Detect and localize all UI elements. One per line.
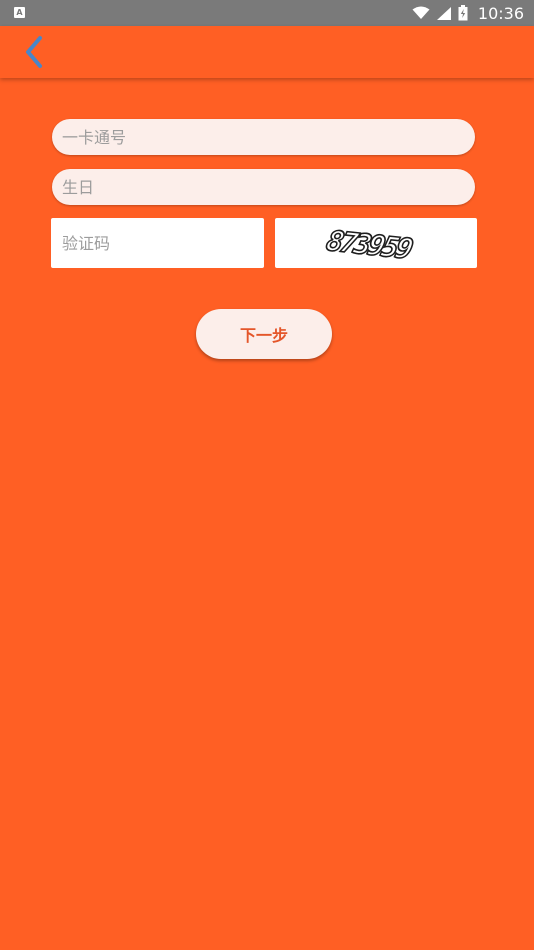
captcha-input[interactable] [51, 218, 264, 268]
next-step-button[interactable]: 下一步 [196, 309, 332, 359]
captcha-code: 873959 [322, 224, 414, 267]
a-notification-icon: A [14, 7, 25, 18]
back-button[interactable] [14, 32, 54, 72]
chevron-left-icon [26, 36, 42, 68]
card-number-input[interactable] [52, 119, 475, 155]
status-time: 10:36 [477, 3, 524, 23]
battery-charging-icon [458, 5, 468, 21]
birthday-input[interactable] [52, 169, 475, 205]
app-bar [0, 26, 534, 78]
wifi-icon [412, 6, 430, 19]
captcha-image[interactable]: 873959 [275, 218, 477, 268]
status-icons: 10:36 [412, 0, 524, 26]
status-bar: A 10:36 [0, 0, 534, 26]
signal-icon [436, 6, 451, 20]
